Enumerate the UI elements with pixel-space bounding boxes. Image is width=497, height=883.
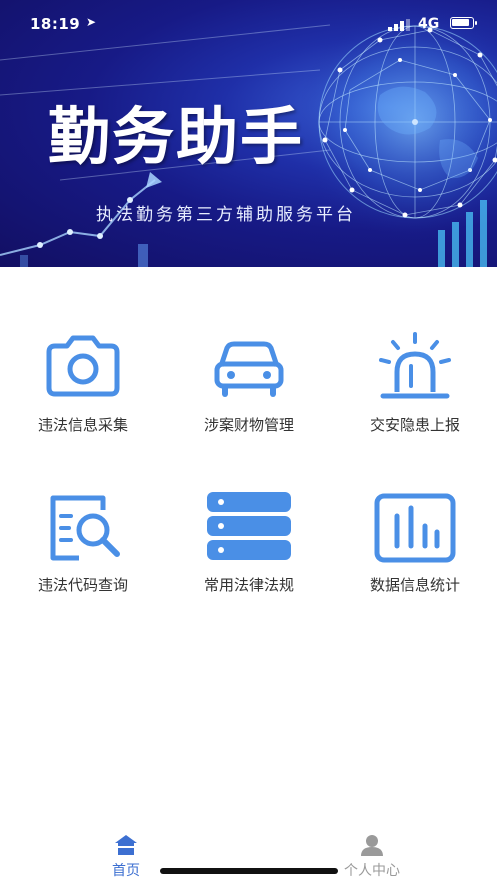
signal-icon xyxy=(388,19,410,31)
grid-item-label: 涉案财物管理 xyxy=(203,416,294,434)
database-icon xyxy=(207,492,291,560)
document-search-icon xyxy=(50,495,120,561)
user-icon xyxy=(361,835,383,856)
grid-item-label: 数据信息统计 xyxy=(369,576,460,594)
grid-item-evidence-management[interactable]: 涉案财物管理 xyxy=(166,332,332,442)
status-time: 18:19 xyxy=(30,15,81,33)
home-icon xyxy=(115,835,137,855)
tab-profile[interactable]: 个人中心 xyxy=(322,834,422,882)
bar-chart-icon xyxy=(374,493,456,563)
grid-item-violation-collection[interactable]: 违法信息采集 xyxy=(0,332,166,442)
alarm-light-icon xyxy=(379,332,451,399)
camera-icon xyxy=(46,335,120,397)
banner-title: 勤务助手 xyxy=(48,100,305,173)
network-type: 4G xyxy=(418,16,440,32)
grid-item-hazard-report[interactable]: 交安隐患上报 xyxy=(332,332,497,442)
banner-subtitle: 执法勤务第三方辅助服务平台 xyxy=(96,205,356,225)
home-indicator xyxy=(160,868,338,874)
grid-item-laws[interactable]: 常用法律法规 xyxy=(166,492,332,602)
location-arrow-icon: ➤ xyxy=(86,15,97,29)
grid-item-statistics[interactable]: 数据信息统计 xyxy=(332,492,497,602)
status-bar: 18:19 ➤ 4G xyxy=(0,0,497,44)
banner: 18:19 ➤ 4G 勤务助手 执法勤务第三方辅助服务平台 xyxy=(0,0,497,267)
tab-home[interactable]: 首页 xyxy=(76,834,176,882)
grid-item-label: 交安隐患上报 xyxy=(369,416,460,434)
grid-item-code-query[interactable]: 违法代码查询 xyxy=(0,492,166,602)
grid-item-label: 违法代码查询 xyxy=(37,576,128,594)
grid-item-label: 违法信息采集 xyxy=(37,416,128,434)
grid-item-label: 常用法律法规 xyxy=(203,576,294,594)
car-icon xyxy=(214,341,284,397)
battery-icon xyxy=(450,17,477,29)
